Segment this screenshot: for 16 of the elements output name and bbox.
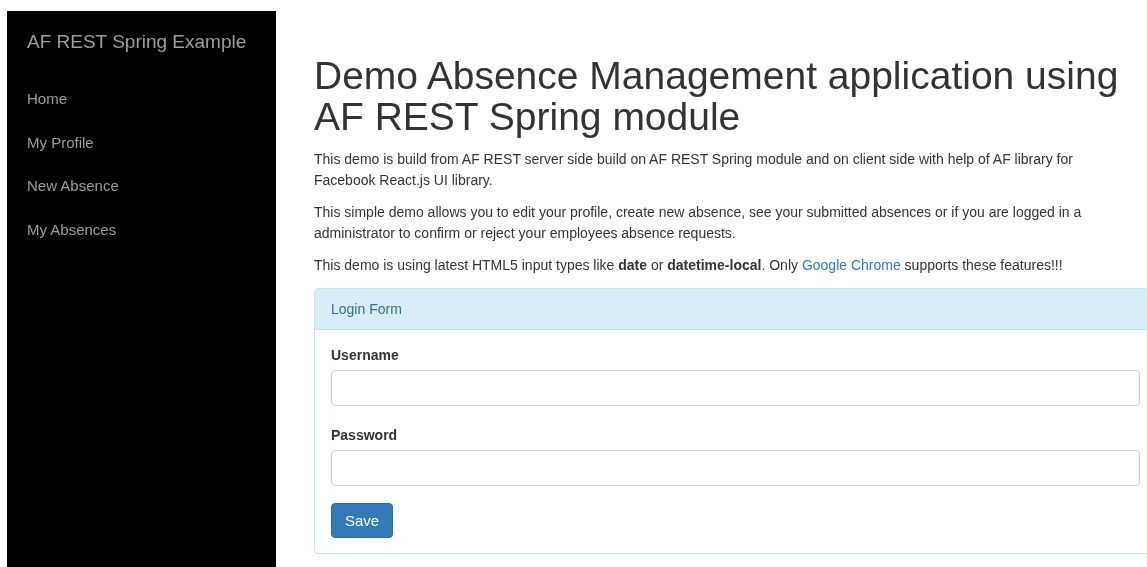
link[interactable]: Google Chrome [801,257,901,273]
input-field[interactable] [331,450,1140,486]
nav-link[interactable]: New Absence [27,176,256,196]
nav-link[interactable]: My Profile [27,132,256,153]
panel-title: Login Form [315,289,1147,330]
paragraph: This simple demo allows you to edit your profile, create new absence, see your submitted absences or if you are logged in a administrator to confirm or reject your employees absence requests. [314,203,1083,243]
field-label: Password [331,427,399,443]
save-button[interactable]: Save [331,503,394,538]
field-label: Username [331,347,400,363]
page-heading: Demo Absence Management application using AF REST Spring module [314,55,1120,137]
input-field[interactable] [331,370,1140,406]
nav-link[interactable]: My Absences [27,219,256,240]
paragraph: This demo is using latest HTML5 input types like date or datetime-local. Only Google Chrome supports these features!!! [314,256,1064,275]
brand-title[interactable]: AF REST Spring Example [27,29,256,55]
nav-link[interactable]: Home [27,89,256,109]
paragraph: This demo is build from AF REST server side build on AF REST Spring module and on client side with help of AF library for Facebook React.js UI library. [314,150,1074,190]
